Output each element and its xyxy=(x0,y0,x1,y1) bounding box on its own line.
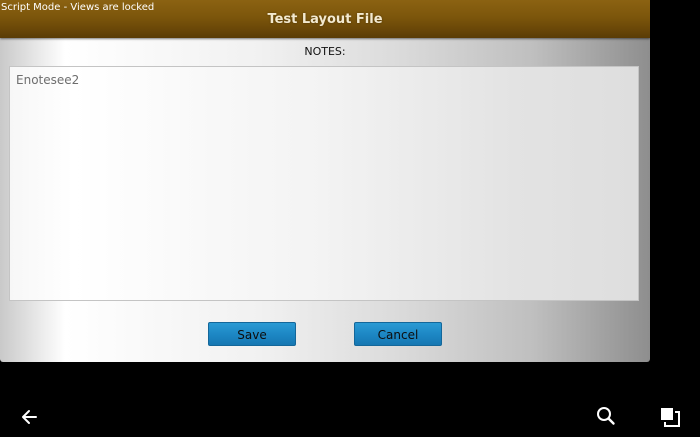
back-arrow-icon xyxy=(22,410,37,424)
title-bar: Script Mode - Views are locked Test Layo… xyxy=(0,0,650,38)
notes-label: NOTES: xyxy=(304,45,346,58)
recent-apps-button[interactable] xyxy=(656,400,686,430)
navigation-bar xyxy=(0,362,700,437)
search-icon xyxy=(597,407,615,425)
notes-dialog: Script Mode - Views are locked Test Layo… xyxy=(0,0,650,362)
recent-apps-icon xyxy=(661,408,680,427)
cancel-button[interactable]: Cancel xyxy=(354,322,442,346)
screen: Script Mode - Views are locked Test Layo… xyxy=(0,0,700,437)
search-button[interactable] xyxy=(591,400,621,430)
notes-textarea[interactable]: Enotesee2 xyxy=(9,66,639,301)
dialog-title: Test Layout File xyxy=(267,12,383,27)
save-button[interactable]: Save xyxy=(208,322,296,346)
back-button[interactable] xyxy=(15,400,45,430)
